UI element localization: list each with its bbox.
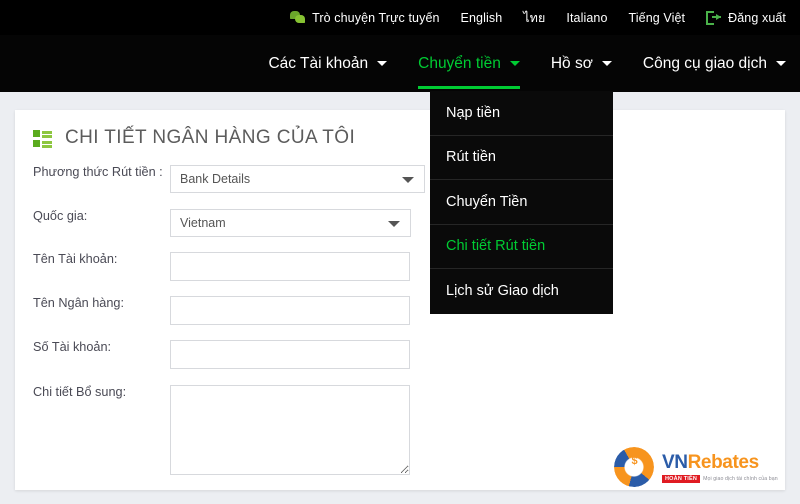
chat-bubble-icon xyxy=(290,11,306,24)
label-account-name: Tên Tài khoản: xyxy=(33,252,118,266)
dropdown-item-transaction-history-label: Lịch sử Giao dịch xyxy=(446,283,559,300)
logout-icon xyxy=(706,10,722,25)
chevron-down-icon xyxy=(509,61,520,66)
language-thai-label: ไทย xyxy=(523,10,546,25)
dropdown-item-deposit-label: Nạp tiền xyxy=(446,104,501,121)
top-utility-bar: Trò chuyện Trực tuyến English ไทย Italia… xyxy=(0,0,800,35)
label-withdrawal-method: Phương thức Rút tiền : xyxy=(33,165,163,179)
label-additional-details: Chi tiết Bổ sung: xyxy=(33,385,127,399)
label-country: Quốc gia: xyxy=(33,209,88,223)
dropdown-item-deposit[interactable]: Nạp tiền xyxy=(430,91,613,136)
input-additional-details[interactable] xyxy=(170,385,410,475)
nav-item-accounts-label: Các Tài khoản xyxy=(268,54,369,72)
logo-badge: HOÀN TIỀN xyxy=(662,475,701,483)
logo-tagline: Mọi giao dịch tài chính của bạn xyxy=(703,476,778,482)
dropdown-item-transaction-history[interactable]: Lịch sử Giao dịch xyxy=(430,269,613,314)
chevron-down-icon xyxy=(776,61,786,66)
chevron-down-icon xyxy=(377,61,388,66)
bank-details-form: Phương thức Rút tiền : Bank Details Quốc… xyxy=(15,165,785,480)
chevron-down-icon xyxy=(388,221,400,227)
page-title: CHI TIẾT NGÂN HÀNG CỦA TÔI xyxy=(15,110,785,149)
input-bank-name[interactable] xyxy=(170,296,410,325)
main-navigation: Các Tài khoản Chuyển tiền Hồ sơ Công cụ … xyxy=(0,35,800,92)
logout-link[interactable]: Đăng xuất xyxy=(706,10,786,25)
form-row-country: Quốc gia: Vietnam xyxy=(15,209,785,237)
chevron-down-icon xyxy=(402,177,414,183)
input-account-number[interactable] xyxy=(170,340,410,369)
list-grid-icon xyxy=(33,129,52,148)
dropdown-item-transfer-label: Chuyển Tiền xyxy=(446,193,528,210)
language-italian-label: Italiano xyxy=(566,10,608,25)
select-country-value: Vietnam xyxy=(180,216,226,230)
language-english-label: English xyxy=(460,10,503,25)
live-chat-link[interactable]: Trò chuyện Trực tuyến xyxy=(290,11,439,25)
nav-item-accounts[interactable]: Các Tài khoản xyxy=(268,35,388,92)
form-row-withdrawal-method: Phương thức Rút tiền : Bank Details xyxy=(15,165,785,193)
content-card: CHI TIẾT NGÂN HÀNG CỦA TÔI Phương thức R… xyxy=(15,110,785,490)
select-withdrawal-method-value: Bank Details xyxy=(180,172,251,186)
dropdown-item-transfer[interactable]: Chuyển Tiền xyxy=(430,180,613,225)
dropdown-item-withdrawal-details[interactable]: Chi tiết Rút tiền xyxy=(430,225,613,269)
vnrebates-swirl-icon: $ xyxy=(612,445,656,489)
form-row-account-number: Số Tài khoản: xyxy=(15,340,785,369)
dollar-symbol: $ xyxy=(631,455,638,467)
chevron-down-icon xyxy=(601,61,612,66)
vnrebates-logo: $ VNRebates HOÀN TIỀN Mọi giao dịch tài … xyxy=(612,444,778,490)
language-english[interactable]: English xyxy=(461,11,503,25)
logo-wordmark: VNRebates xyxy=(662,452,759,473)
nav-item-trading-tools[interactable]: Công cụ giao dịch xyxy=(643,35,786,92)
label-account-number: Số Tài khoản: xyxy=(33,340,112,354)
logo-wordmark-rebates: Rebates xyxy=(687,452,760,473)
input-account-name[interactable] xyxy=(170,252,410,281)
logo-wordmark-vn: VN xyxy=(662,452,688,473)
dropdown-item-withdrawal-details-label: Chi tiết Rút tiền xyxy=(446,238,546,255)
nav-item-profile-label: Hồ sơ xyxy=(550,54,593,72)
language-thai[interactable]: ไทย xyxy=(523,8,545,28)
form-row-account-name: Tên Tài khoản: xyxy=(15,252,785,281)
dropdown-item-withdraw-label: Rút tiền xyxy=(446,149,496,166)
live-chat-label: Trò chuyện Trực tuyến xyxy=(312,10,440,25)
page-title-text: CHI TIẾT NGÂN HÀNG CỦA TÔI xyxy=(65,127,356,148)
select-country[interactable]: Vietnam xyxy=(170,209,411,237)
language-vietnamese[interactable]: Tiếng Việt xyxy=(629,11,686,25)
nav-item-trading-tools-label: Công cụ giao dịch xyxy=(642,54,767,72)
logout-label: Đăng xuất xyxy=(728,10,786,25)
nav-item-transfer-label: Chuyển tiền xyxy=(418,54,501,72)
transfer-dropdown-menu: Nạp tiền Rút tiền Chuyển Tiền Chi tiết R… xyxy=(430,91,613,314)
label-bank-name: Tên Ngân hàng: xyxy=(33,296,124,310)
form-row-bank-name: Tên Ngân hàng: xyxy=(15,296,785,325)
language-vietnamese-label: Tiếng Việt xyxy=(628,10,686,25)
dropdown-item-withdraw[interactable]: Rút tiền xyxy=(430,136,613,180)
select-withdrawal-method[interactable]: Bank Details xyxy=(170,165,425,193)
nav-item-transfer[interactable]: Chuyển tiền xyxy=(418,35,520,92)
language-italian[interactable]: Italiano xyxy=(566,11,607,25)
nav-item-profile[interactable]: Hồ sơ xyxy=(551,35,612,92)
